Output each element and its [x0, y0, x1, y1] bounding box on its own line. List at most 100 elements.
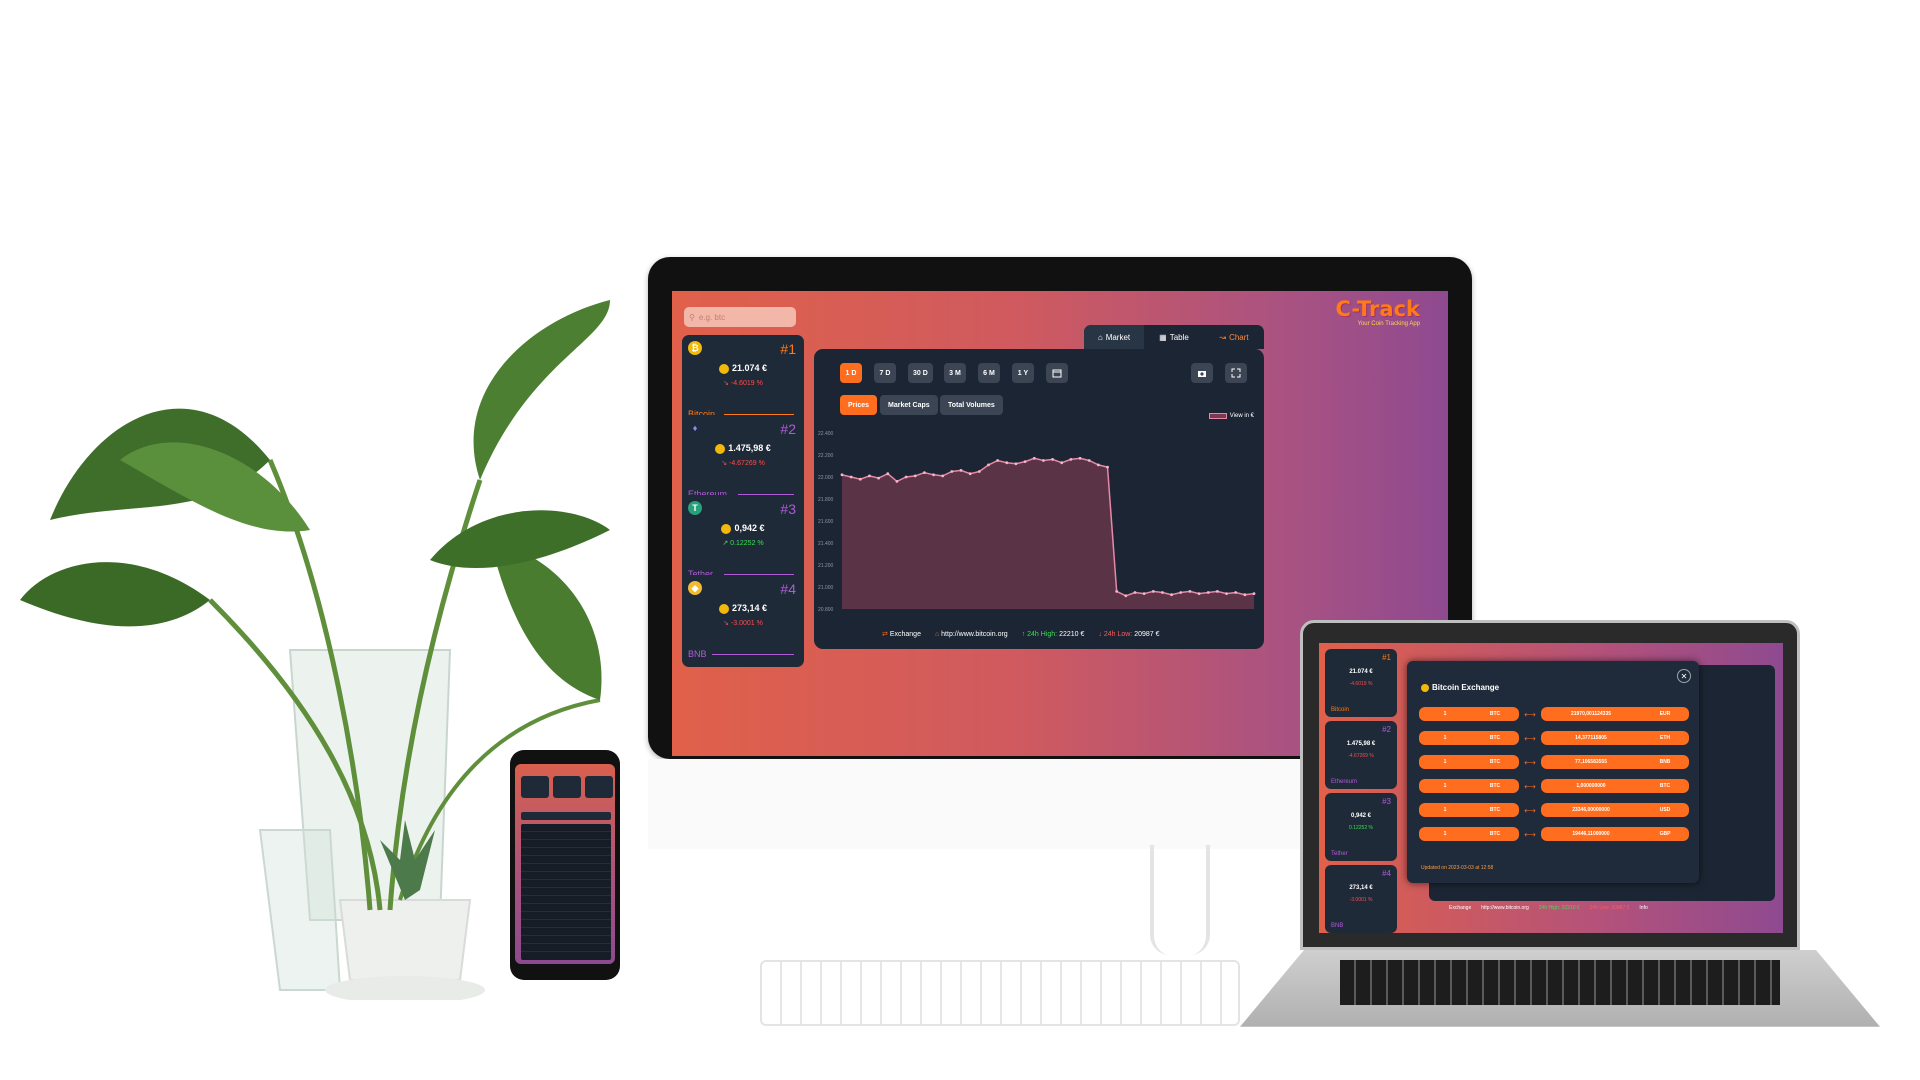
price-point[interactable]	[1087, 459, 1091, 462]
website-link[interactable]: http://www.bitcoin.org	[1481, 905, 1529, 911]
price-point[interactable]	[1215, 590, 1219, 593]
price-point[interactable]	[1142, 592, 1146, 595]
price-point[interactable]	[886, 472, 890, 476]
to-amount[interactable]: 14,377115805 ETH	[1541, 731, 1689, 745]
coin-price: 21.074 €	[682, 363, 804, 374]
brand: C-Track Your Coin Tracking App	[1336, 297, 1420, 327]
price-point[interactable]	[1032, 456, 1036, 460]
from-amount[interactable]: 1 BTC	[1419, 707, 1519, 721]
range-7d-button[interactable]: 7 D	[874, 363, 896, 383]
bnb-icon: ◆	[688, 581, 702, 595]
price-point[interactable]	[996, 459, 1000, 462]
y-tick-label: 22.000	[818, 475, 834, 481]
price-point[interactable]	[1188, 590, 1192, 593]
to-amount[interactable]: 77,106583555 BNB	[1541, 755, 1689, 769]
price-point[interactable]	[968, 472, 972, 476]
price-point[interactable]	[1106, 465, 1109, 469]
price-point[interactable]	[1069, 458, 1073, 461]
tab-market[interactable]: ⌂ Market	[1084, 325, 1144, 349]
price-point[interactable]	[1161, 591, 1164, 594]
price-point[interactable]	[895, 480, 899, 483]
prices-button[interactable]: Prices	[840, 395, 878, 415]
from-amount[interactable]: 1 BTC	[1419, 731, 1519, 745]
price-point[interactable]	[1096, 463, 1100, 467]
price-point[interactable]	[1252, 592, 1256, 595]
from-amount[interactable]: 1 BTC	[1419, 827, 1519, 841]
range-30d-button[interactable]: 30 D	[908, 363, 933, 383]
price-point[interactable]	[959, 469, 963, 472]
price-point[interactable]	[1005, 461, 1009, 465]
laptop-coin-card-bnb[interactable]: #4 273,14 € -3.0001 % BNB	[1325, 865, 1397, 933]
coin-card-ethereum[interactable]: ♦ #2 1.475,98 € ↘ -4.67269 % Ethereum	[682, 415, 804, 507]
price-point[interactable]	[923, 471, 926, 474]
price-point[interactable]	[977, 470, 981, 473]
to-amount[interactable]: 23346,00000000 USD	[1541, 803, 1689, 817]
price-point[interactable]	[1078, 456, 1082, 460]
market-caps-button[interactable]: Market Caps	[880, 395, 938, 415]
range-3m-button[interactable]: 3 M	[944, 363, 966, 383]
price-point[interactable]	[904, 475, 908, 479]
range-1d-button[interactable]: 1 D	[840, 363, 862, 383]
price-point[interactable]	[1014, 462, 1018, 466]
price-point[interactable]	[1179, 591, 1183, 594]
price-point[interactable]	[1197, 592, 1201, 595]
coin-card-bnb[interactable]: ◆ #4 273,14 € ↘ -3.0001 % BNB	[682, 575, 804, 667]
screenshot-button[interactable]	[1191, 363, 1213, 383]
price-point[interactable]	[868, 474, 871, 478]
info-link[interactable]: Info	[1639, 905, 1647, 911]
price-point[interactable]	[1170, 593, 1173, 597]
price-point[interactable]	[877, 476, 881, 480]
phone-screen	[515, 764, 615, 964]
price-point[interactable]	[932, 473, 935, 477]
total-volumes-button[interactable]: Total Volumes	[940, 395, 1003, 415]
price-point[interactable]	[950, 470, 954, 473]
price-point[interactable]	[1151, 590, 1155, 593]
price-point[interactable]	[858, 477, 862, 481]
laptop: #1 21.074 € -4.6019 % Bitcoin #2 1.475,9…	[1300, 620, 1800, 950]
price-point[interactable]	[1234, 591, 1238, 594]
to-amount[interactable]: 19446,11000000 GBP	[1541, 827, 1689, 841]
to-amount[interactable]: 1,000000000 BTC	[1541, 779, 1689, 793]
arrow-down-icon: ↓	[1098, 630, 1102, 638]
table-icon: ▦	[1159, 332, 1167, 342]
laptop-coin-card-ethereum[interactable]: #2 1.475,98 € -4.67269 % Ethereum	[1325, 721, 1397, 789]
website-link[interactable]: ⌂ http://www.bitcoin.org	[935, 631, 1008, 638]
search-input[interactable]: ⚲ e.g. btc	[684, 307, 796, 327]
from-amount[interactable]: 1 BTC	[1419, 779, 1519, 793]
to-amount[interactable]: 21970,001124335 EUR	[1541, 707, 1689, 721]
price-point[interactable]	[1060, 461, 1064, 465]
from-amount[interactable]: 1 BTC	[1419, 755, 1519, 769]
coin-rank: #1	[780, 341, 796, 357]
range-6m-button[interactable]: 6 M	[978, 363, 1000, 383]
price-point[interactable]	[1051, 458, 1054, 461]
laptop-coin-card-tether[interactable]: #3 0,942 € 0.12252 % Tether	[1325, 793, 1397, 861]
price-point[interactable]	[840, 473, 844, 477]
price-point[interactable]	[1023, 460, 1027, 463]
close-icon[interactable]: ✕	[1677, 669, 1691, 683]
laptop-coin-card-bitcoin[interactable]: #1 21.074 € -4.6019 % Bitcoin	[1325, 649, 1397, 717]
price-point[interactable]	[913, 474, 917, 478]
chart-legend[interactable]: View in €	[1208, 413, 1254, 419]
price-point[interactable]	[941, 474, 945, 478]
price-point[interactable]	[849, 475, 853, 479]
exchange-link[interactable]: ⇄ Exchange	[882, 630, 921, 638]
coin-card-bitcoin[interactable]: ₿ #1 21.074 € ↘ -4.6019 % Bitcoin	[682, 335, 804, 427]
coin-rank: #2	[780, 421, 796, 437]
range-1y-button[interactable]: 1 Y	[1012, 363, 1034, 383]
coin-card-tether[interactable]: T #3 0,942 € ↗ 0.12252 % Tether	[682, 495, 804, 587]
calendar-button[interactable]	[1046, 363, 1068, 383]
fullscreen-button[interactable]	[1225, 363, 1247, 383]
tab-table[interactable]: ▦ Table	[1144, 325, 1204, 349]
price-point[interactable]	[1042, 459, 1045, 462]
price-point[interactable]	[987, 463, 990, 467]
price-point[interactable]	[1133, 591, 1137, 594]
exchange-link[interactable]: Exchange	[1449, 905, 1471, 911]
price-point[interactable]	[1124, 594, 1128, 598]
from-amount[interactable]: 1 BTC	[1419, 803, 1519, 817]
tab-chart[interactable]: ↝ Chart	[1204, 325, 1264, 349]
y-tick-label: 22.200	[818, 453, 834, 459]
price-point[interactable]	[1206, 591, 1210, 594]
price-point[interactable]	[1115, 590, 1119, 593]
price-point[interactable]	[1225, 592, 1228, 595]
price-point[interactable]	[1243, 593, 1247, 597]
